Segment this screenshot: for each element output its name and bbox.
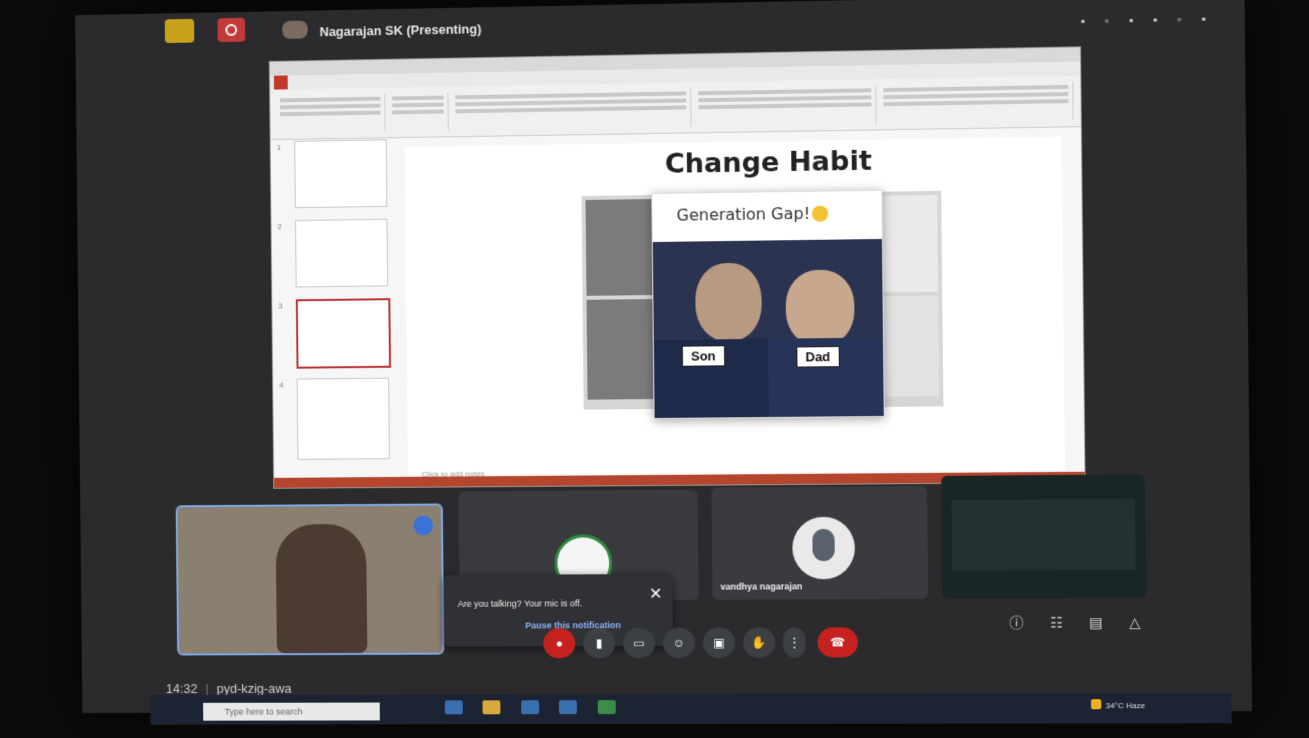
edge-icon[interactable] (521, 700, 540, 715)
close-icon[interactable]: ✕ (649, 584, 663, 604)
people-icon[interactable]: ☷ (1050, 614, 1063, 630)
slide-thumbnail[interactable] (294, 139, 388, 209)
info-icon[interactable]: ⓘ (1009, 615, 1023, 631)
toast-message: Are you talking? Your mic is off. (457, 598, 583, 609)
ribbon-group-slides (388, 92, 449, 132)
participant-tile-speaker[interactable] (175, 503, 445, 656)
ribbon-group-font (451, 88, 692, 131)
slide-title: Change Habit (664, 145, 872, 180)
ribbon-group-paragraph (694, 85, 877, 127)
ribbon-group-clipboard (276, 93, 386, 134)
slide-thumbnails: 1 2 3 4 (275, 139, 394, 468)
popup-title-text: Generation Gap! (676, 203, 811, 225)
meeting-info: 14:32 | pyd-kzig-awa (165, 680, 292, 697)
presenting-indicator[interactable] (164, 18, 195, 44)
ppt-tab[interactable] (301, 75, 308, 89)
popup-title: Generation Gap! (676, 203, 829, 225)
weather-text[interactable]: 34°C Haze (1106, 701, 1146, 710)
task-view-icon[interactable] (444, 700, 463, 715)
store-icon[interactable] (559, 700, 578, 715)
shared-presentation: 1 2 3 4 Change Habit Generation Gap! Son… (268, 46, 1086, 489)
ppt-tab-file[interactable] (273, 75, 288, 90)
raise-hand-icon[interactable]: ✋ (742, 627, 776, 658)
audio-activity-icon (413, 515, 434, 536)
system-tray: 34°C Haze (1091, 699, 1145, 710)
chat-icon[interactable]: ▤ (1089, 614, 1103, 630)
ribbon-group-drawing (879, 81, 1074, 124)
slide-thumbnail[interactable] (296, 377, 390, 460)
room-video (951, 498, 1136, 571)
captions-icon[interactable]: ▭ (622, 628, 656, 659)
photo-tile (585, 199, 653, 296)
photo-tile (586, 299, 654, 400)
presenter-label: Nagarajan SK (Presenting) (319, 21, 482, 40)
hangup-icon[interactable]: ☎ (817, 627, 859, 658)
taskbar-search[interactable]: Type here to search (203, 702, 380, 721)
meeting-code: pyd-kzig-awa (216, 680, 292, 696)
avatar (792, 516, 856, 580)
side-panel-icons: ⓘ ☷ ▤ △ (987, 612, 1140, 633)
more-icon[interactable]: ⋮ (783, 627, 806, 658)
windows-taskbar: Type here to search 34°C Haze (150, 692, 1232, 725)
participant-tile[interactable]: vandhya nagarajan (711, 486, 929, 600)
taskbar-apps (444, 700, 632, 719)
son-label: Son (681, 345, 725, 367)
present-icon[interactable]: ▣ (702, 627, 736, 658)
camera-icon[interactable]: ▮ (583, 628, 616, 659)
current-slide: Change Habit Generation Gap! Son Dad (404, 136, 1066, 475)
ppt-tab[interactable] (321, 75, 328, 89)
record-icon[interactable] (217, 17, 246, 43)
dad-label: Dad (796, 346, 840, 368)
meeting-time: 14:32 (165, 681, 198, 697)
generation-gap-popup: Generation Gap! Son Dad (651, 189, 885, 420)
file-explorer-icon[interactable] (482, 700, 501, 715)
laughing-emoji-icon (812, 205, 829, 222)
ppt-tab[interactable] (342, 74, 349, 88)
son-dad-photo: Son Dad (652, 238, 884, 419)
weather-icon (1091, 699, 1102, 710)
top-right-icons: ▪ ▫ ▪ ▪ ▫ ▪ (1080, 11, 1214, 29)
son-head (695, 262, 763, 342)
participant-video (275, 523, 368, 654)
participant-name: vandhya nagarajan (720, 581, 803, 592)
emoji-icon[interactable]: ☺ (662, 627, 696, 658)
chrome-icon[interactable] (597, 700, 616, 715)
slide-thumbnail-selected[interactable] (295, 298, 391, 369)
activities-icon[interactable]: △ (1129, 614, 1140, 630)
projected-screen: Nagarajan SK (Presenting) ▪ ▫ ▪ ▪ ▫ ▪ 1 … (75, 0, 1253, 725)
dad-head (785, 269, 855, 347)
presenter-avatar (282, 20, 308, 39)
mic-off-icon[interactable]: ● (543, 628, 576, 659)
ppt-tab[interactable] (362, 74, 369, 88)
participant-tile-room[interactable] (941, 474, 1147, 599)
slide-thumbnail[interactable] (295, 218, 389, 288)
